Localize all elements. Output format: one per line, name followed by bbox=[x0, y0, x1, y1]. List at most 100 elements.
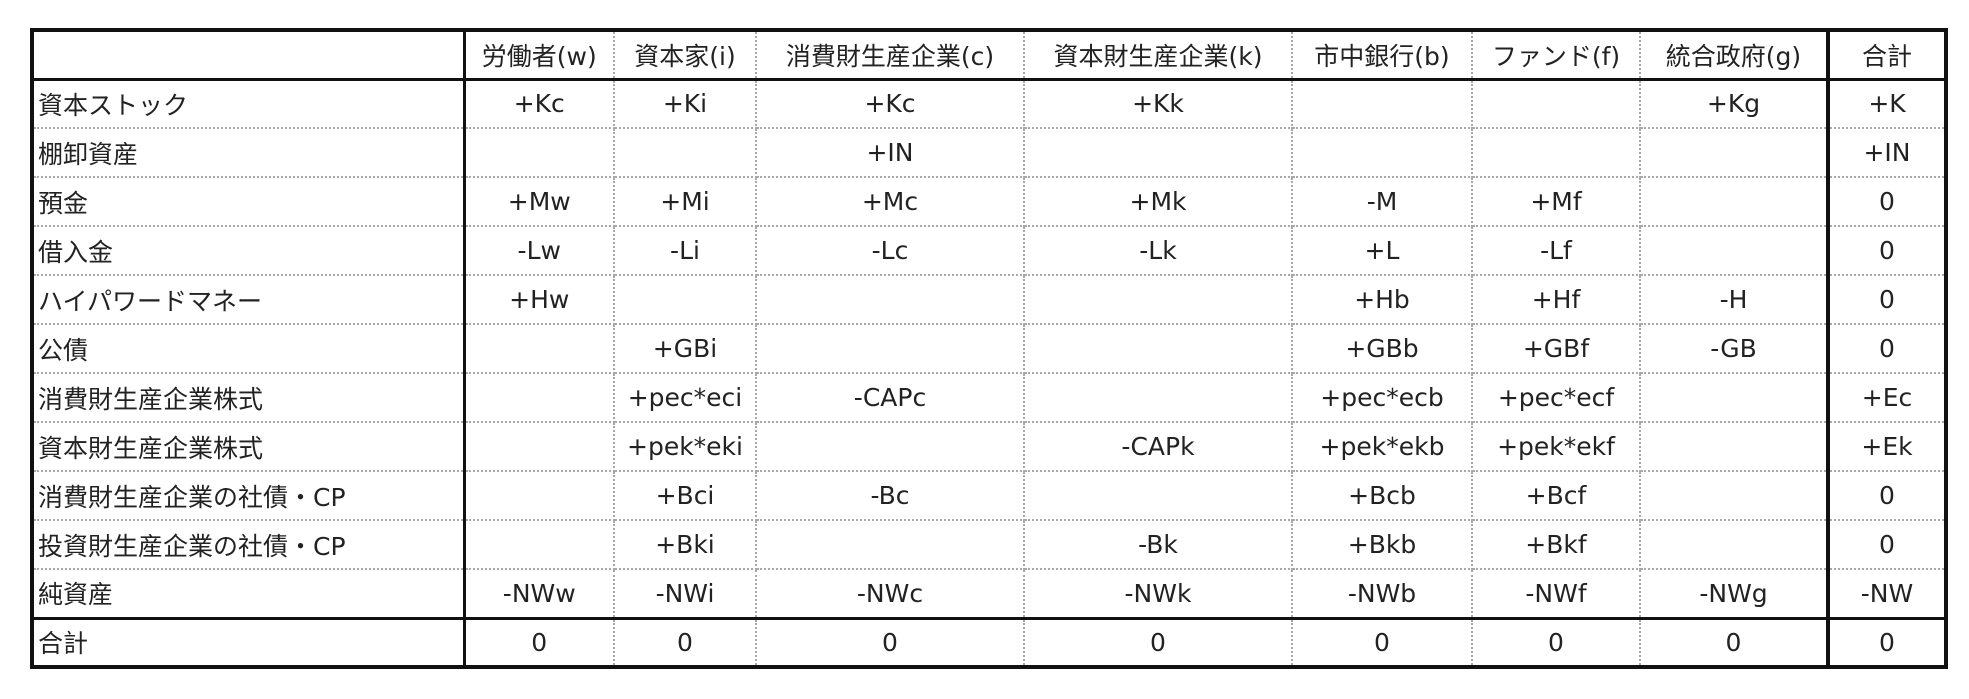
table-cell: +IN bbox=[756, 128, 1025, 178]
table-cell: -NWc bbox=[756, 569, 1025, 620]
table-cell: -CAPc bbox=[756, 373, 1025, 423]
row-label: 借入金 bbox=[32, 226, 466, 276]
column-header-workers: 労働者(w) bbox=[464, 30, 615, 81]
table-cell: +Mi bbox=[614, 177, 757, 227]
table-row: 資本財生産企業株式 +pek*eki -CAPk +pek*ekb +pek*ekf +E… bbox=[32, 422, 1946, 472]
table-cell: +GBf bbox=[1472, 324, 1641, 374]
table-cell: +Hw bbox=[464, 275, 615, 325]
column-header-funds: ファンド(f) bbox=[1472, 30, 1641, 81]
table-cell bbox=[614, 275, 757, 325]
table-cell: +GBb bbox=[1292, 324, 1473, 374]
row-label: ハイパワードマネー bbox=[32, 275, 466, 325]
table-row: 消費財生産企業の社債・CP +Bci -Bc +Bcb +Bcf 0 bbox=[32, 471, 1946, 521]
row-total-cell: 0 bbox=[1826, 324, 1946, 374]
sum-row: 合計 0 0 0 0 0 0 0 0 bbox=[32, 618, 1946, 667]
table-cell: -H bbox=[1640, 275, 1829, 325]
table-cell bbox=[1024, 373, 1293, 423]
table-cell: +Mk bbox=[1024, 177, 1293, 227]
grand-total-cell: 0 bbox=[1826, 618, 1946, 667]
table-body: 資本ストック +Kc +Ki +Kc +Kk +Kg +K 棚卸資産 +IN +IN 預金 +Mw +M… bbox=[32, 79, 1946, 620]
row-total-cell: 0 bbox=[1826, 520, 1946, 570]
row-total-cell: +Ek bbox=[1826, 422, 1946, 472]
table-cell bbox=[1640, 520, 1829, 570]
table-row: 資本ストック +Kc +Ki +Kc +Kk +Kg +K bbox=[32, 79, 1946, 129]
table-cell: +Hb bbox=[1292, 275, 1473, 325]
table-cell bbox=[464, 471, 615, 521]
table-cell bbox=[1024, 275, 1293, 325]
table-cell: -NWi bbox=[614, 569, 757, 620]
row-label: 公債 bbox=[32, 324, 466, 374]
table-cell bbox=[756, 422, 1025, 472]
row-label: 資本ストック bbox=[32, 79, 466, 129]
table-row: ハイパワードマネー +Hw +Hb +Hf -H 0 bbox=[32, 275, 1946, 325]
table-cell bbox=[1640, 226, 1829, 276]
table-cell: -NWw bbox=[464, 569, 615, 620]
balance-sheet-matrix: 労働者(w) 資本家(i) 消費財生産企業(c) 資本財生産企業(k) 市中銀行… bbox=[30, 28, 1948, 669]
table-cell: -Lw bbox=[464, 226, 615, 276]
table-cell: +Bci bbox=[614, 471, 757, 521]
table-cell: +Bkb bbox=[1292, 520, 1473, 570]
table-cell bbox=[464, 520, 615, 570]
table-cell: -NWk bbox=[1024, 569, 1293, 620]
row-total-cell: +K bbox=[1826, 79, 1946, 129]
table-cell bbox=[464, 373, 615, 423]
table-cell: -Lf bbox=[1472, 226, 1641, 276]
table-cell: -Lc bbox=[756, 226, 1025, 276]
row-label: 棚卸資産 bbox=[32, 128, 466, 178]
table-cell: -Bc bbox=[756, 471, 1025, 521]
table-cell bbox=[1640, 177, 1829, 227]
table-row: 純資産 -NWw -NWi -NWc -NWk -NWb -NWf -NWg -NW bbox=[32, 569, 1946, 620]
sum-cell: 0 bbox=[464, 618, 615, 667]
sum-row-label: 合計 bbox=[32, 618, 466, 667]
table-cell: +Mw bbox=[464, 177, 615, 227]
sum-cell: 0 bbox=[756, 618, 1025, 667]
balance-sheet-table: 労働者(w) 資本家(i) 消費財生産企業(c) 資本財生産企業(k) 市中銀行… bbox=[30, 28, 1948, 669]
table-cell: +Kc bbox=[464, 79, 615, 129]
table-row: 投資財生産企業の社債・CP +Bki -Bk +Bkb +Bkf 0 bbox=[32, 520, 1946, 570]
table-cell bbox=[1024, 471, 1293, 521]
row-total-cell: 0 bbox=[1826, 471, 1946, 521]
sum-cell: 0 bbox=[1024, 618, 1293, 667]
table-cell: +Mf bbox=[1472, 177, 1641, 227]
row-label: 純資産 bbox=[32, 569, 466, 620]
table-cell bbox=[1472, 128, 1641, 178]
table-cell: +Kc bbox=[756, 79, 1025, 129]
table-cell: -Bk bbox=[1024, 520, 1293, 570]
table-cell bbox=[1024, 324, 1293, 374]
column-header-consumption-firms: 消費財生産企業(c) bbox=[756, 30, 1025, 81]
table-cell: -NWg bbox=[1640, 569, 1829, 620]
table-cell: +pek*ekf bbox=[1472, 422, 1641, 472]
table-cell bbox=[614, 128, 757, 178]
table-cell bbox=[756, 275, 1025, 325]
table-cell: +Bcf bbox=[1472, 471, 1641, 521]
table-cell: +pec*eci bbox=[614, 373, 757, 423]
column-header-government: 統合政府(g) bbox=[1640, 30, 1829, 81]
row-total-cell: 0 bbox=[1826, 275, 1946, 325]
table-cell: +pek*eki bbox=[614, 422, 757, 472]
row-total-cell: +IN bbox=[1826, 128, 1946, 178]
sum-cell: 0 bbox=[1292, 618, 1473, 667]
row-label: 預金 bbox=[32, 177, 466, 227]
table-cell bbox=[1640, 471, 1829, 521]
table-cell: -Lk bbox=[1024, 226, 1293, 276]
table-cell bbox=[464, 422, 615, 472]
row-label: 消費財生産企業の社債・CP bbox=[32, 471, 466, 521]
sum-cell: 0 bbox=[614, 618, 757, 667]
table-cell: -NWb bbox=[1292, 569, 1473, 620]
row-label: 消費財生産企業株式 bbox=[32, 373, 466, 423]
table-cell: +GBi bbox=[614, 324, 757, 374]
table-cell bbox=[1024, 128, 1293, 178]
table-cell bbox=[464, 128, 615, 178]
table-row: 借入金 -Lw -Li -Lc -Lk +L -Lf 0 bbox=[32, 226, 1946, 276]
column-header-capital-firms: 資本財生産企業(k) bbox=[1024, 30, 1293, 81]
table-cell: -M bbox=[1292, 177, 1473, 227]
table-cell: +Bki bbox=[614, 520, 757, 570]
table-cell bbox=[1292, 128, 1473, 178]
table-cell bbox=[756, 520, 1025, 570]
table-cell: +Mc bbox=[756, 177, 1025, 227]
row-label: 資本財生産企業株式 bbox=[32, 422, 466, 472]
table-cell: +Bkf bbox=[1472, 520, 1641, 570]
table-cell: +Hf bbox=[1472, 275, 1641, 325]
row-label: 投資財生産企業の社債・CP bbox=[32, 520, 466, 570]
table-cell: +Kg bbox=[1640, 79, 1829, 129]
